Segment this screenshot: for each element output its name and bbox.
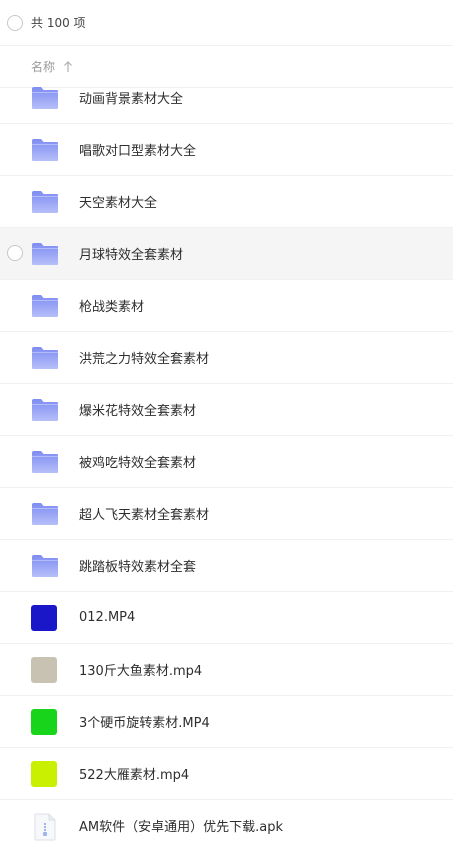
file-row[interactable]: 洪荒之力特效全套素材 — [0, 332, 453, 384]
file-row[interactable]: 月球特效全套素材 — [0, 228, 453, 280]
file-row[interactable]: 枪战类素材 — [0, 280, 453, 332]
file-row[interactable]: 012.MP4 — [0, 592, 453, 644]
folder-icon — [31, 397, 59, 423]
folder-icon — [31, 137, 59, 163]
file-row[interactable]: 被鸡吃特效全套素材 — [0, 436, 453, 488]
file-name[interactable]: 月球特效全套素材 — [79, 244, 183, 263]
video-thumbnail-icon — [31, 761, 57, 787]
file-name[interactable]: 522大雁素材.mp4 — [79, 764, 189, 783]
file-row[interactable]: 超人飞天素材全套素材 — [0, 488, 453, 540]
folder-icon — [31, 501, 59, 527]
select-all-checkbox[interactable] — [7, 14, 23, 31]
folder-icon — [31, 241, 59, 267]
sort-ascending-icon[interactable] — [63, 60, 73, 73]
file-row[interactable]: AM软件（安卓通用）优先下载.apk — [0, 800, 453, 845]
video-thumbnail-icon — [31, 605, 57, 631]
row-select-checkbox[interactable] — [7, 245, 23, 261]
file-name[interactable]: 动画背景素材大全 — [79, 88, 183, 107]
list-header: 共 100 项 — [0, 0, 453, 46]
folder-icon — [31, 345, 59, 371]
folder-icon — [31, 293, 59, 319]
file-name[interactable]: 洪荒之力特效全套素材 — [79, 348, 209, 367]
file-row[interactable]: 130斤大鱼素材.mp4 — [0, 644, 453, 696]
file-row[interactable]: 3个硬币旋转素材.MP4 — [0, 696, 453, 748]
file-name[interactable]: 130斤大鱼素材.mp4 — [79, 660, 202, 679]
item-count: 共 100 项 — [31, 16, 86, 30]
file-row[interactable]: 爆米花特效全套素材 — [0, 384, 453, 436]
file-name[interactable]: AM软件（安卓通用）优先下载.apk — [79, 816, 283, 835]
file-name[interactable]: 被鸡吃特效全套素材 — [79, 452, 196, 471]
file-row[interactable]: 动画背景素材大全 — [0, 72, 453, 124]
apk-file-icon — [34, 813, 56, 841]
video-thumbnail-icon — [31, 657, 57, 683]
file-name[interactable]: 唱歌对口型素材大全 — [79, 140, 196, 159]
folder-icon — [31, 449, 59, 475]
file-name[interactable]: 天空素材大全 — [79, 192, 157, 211]
file-name[interactable]: 3个硬币旋转素材.MP4 — [79, 712, 210, 731]
file-name[interactable]: 枪战类素材 — [79, 296, 144, 315]
file-list-page: 共 100 项 名称 动画背景素材大全 唱歌对口型素材大全 天空素材大全 月球特效全套… — [0, 0, 453, 845]
video-thumbnail-icon — [31, 709, 57, 735]
file-name[interactable]: 跳踏板特效素材全套 — [79, 556, 196, 575]
folder-icon — [31, 85, 59, 111]
folder-icon — [31, 189, 59, 215]
file-row[interactable]: 522大雁素材.mp4 — [0, 748, 453, 800]
file-row[interactable]: 跳踏板特效素材全套 — [0, 540, 453, 592]
file-name[interactable]: 爆米花特效全套素材 — [79, 400, 196, 419]
folder-icon — [31, 553, 59, 579]
file-list: 动画背景素材大全 唱歌对口型素材大全 天空素材大全月球特效全套素材 枪战类素材洪荒之力… — [0, 72, 453, 845]
file-name[interactable]: 超人飞天素材全套素材 — [79, 504, 209, 523]
file-name[interactable]: 012.MP4 — [79, 610, 135, 625]
file-row[interactable]: 唱歌对口型素材大全 — [0, 124, 453, 176]
file-row[interactable]: 天空素材大全 — [0, 176, 453, 228]
